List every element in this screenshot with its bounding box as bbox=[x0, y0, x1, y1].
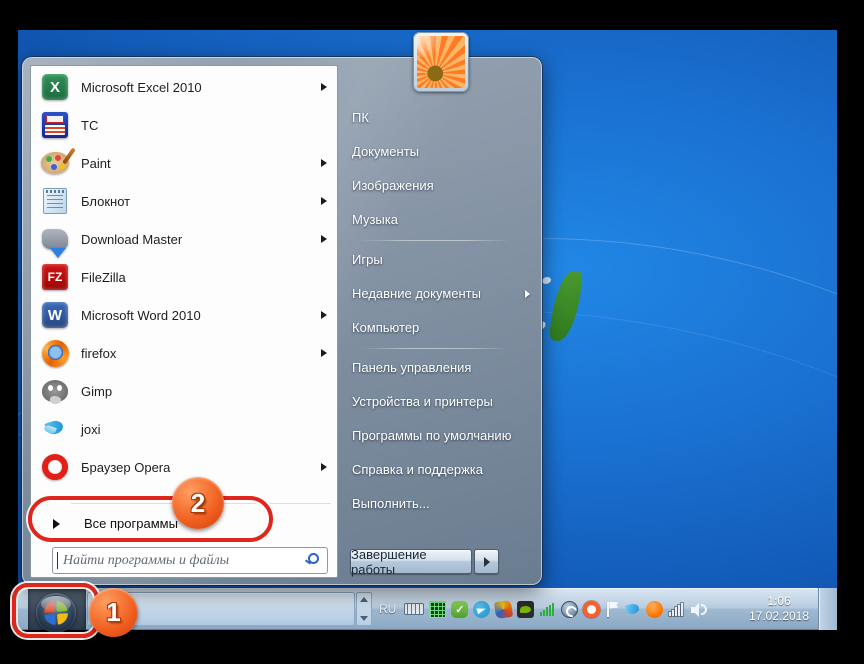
menu-item-games[interactable]: Игры bbox=[352, 243, 530, 277]
show-desktop-button[interactable] bbox=[818, 588, 837, 630]
nvidia-tray-icon[interactable] bbox=[517, 600, 535, 618]
menu-item-run[interactable]: Выполнить... bbox=[352, 487, 530, 521]
start-menu-right-column: ПК Документы Изображения Музыка Игры Нед… bbox=[352, 101, 530, 521]
program-item-gimp[interactable]: Gimp bbox=[31, 372, 337, 410]
submenu-arrow-icon bbox=[321, 311, 327, 319]
menu-item-user[interactable]: ПК bbox=[352, 101, 530, 135]
program-item-notepad[interactable]: Блокнот bbox=[31, 182, 337, 220]
green-grid-tray-icon[interactable] bbox=[429, 600, 447, 618]
total-commander-icon bbox=[40, 110, 70, 140]
program-item-filezilla[interactable]: FZ FileZilla bbox=[31, 258, 337, 296]
user-picture-frame[interactable] bbox=[413, 32, 469, 92]
menu-item-computer[interactable]: Компьютер bbox=[352, 311, 530, 345]
telegram-tray-icon[interactable] bbox=[473, 600, 491, 618]
menu-item-documents[interactable]: Документы bbox=[352, 135, 530, 169]
action-center-flag-icon[interactable] bbox=[605, 601, 619, 618]
right-column-separator bbox=[352, 345, 530, 351]
program-item-tc[interactable]: TC bbox=[31, 106, 337, 144]
submenu-arrow-icon bbox=[321, 83, 327, 91]
avast-tray-icon[interactable] bbox=[646, 600, 664, 618]
start-button[interactable] bbox=[36, 593, 76, 633]
quick-launch-toolbar[interactable] bbox=[87, 592, 355, 626]
menu-item-devices-printers[interactable]: Устройства и принтеры bbox=[352, 385, 530, 419]
program-item-opera[interactable]: Браузер Opera bbox=[31, 448, 337, 486]
submenu-arrow-icon bbox=[321, 159, 327, 167]
gimp-icon bbox=[40, 376, 70, 406]
opera-icon bbox=[40, 452, 70, 482]
program-item-download-master[interactable]: Download Master bbox=[31, 220, 337, 258]
excel-icon: X bbox=[40, 72, 70, 102]
submenu-arrow-icon bbox=[321, 463, 327, 471]
download-master-icon bbox=[40, 224, 70, 254]
keyboard-icon[interactable] bbox=[404, 603, 425, 615]
menu-item-recent-documents[interactable]: Недавние документы bbox=[352, 277, 530, 311]
joxi-icon bbox=[40, 414, 70, 444]
shutdown-button[interactable]: Завершение работы bbox=[350, 547, 472, 577]
menu-item-music[interactable]: Музыка bbox=[352, 203, 530, 237]
menu-item-help-support[interactable]: Справка и поддержка bbox=[352, 453, 530, 487]
language-indicator[interactable]: RU bbox=[376, 602, 399, 616]
toolbar-scroll-control[interactable] bbox=[356, 592, 372, 626]
program-list-separator bbox=[71, 503, 331, 504]
filezilla-icon: FZ bbox=[40, 262, 70, 292]
shutdown-arrow-icon bbox=[483, 556, 490, 567]
notepad-icon bbox=[40, 186, 70, 216]
clock-time: 1:06 bbox=[767, 594, 791, 608]
joxi-tray-icon[interactable] bbox=[624, 601, 641, 618]
submenu-arrow-icon bbox=[321, 235, 327, 243]
orange-ring-tray-icon[interactable] bbox=[583, 600, 601, 618]
program-item-paint[interactable]: Paint bbox=[31, 144, 337, 182]
submenu-arrow-icon bbox=[525, 290, 530, 298]
word-icon: W bbox=[40, 300, 70, 330]
right-column-separator bbox=[352, 237, 530, 243]
shutdown-options-button[interactable] bbox=[474, 549, 499, 574]
clock-date: 17.02.2018 bbox=[748, 609, 810, 623]
scroll-up-icon bbox=[360, 597, 368, 602]
submenu-arrow-icon bbox=[321, 197, 327, 205]
taskbar-clock[interactable]: 1:06 17.02.2018 bbox=[740, 589, 818, 629]
menu-item-control-panel[interactable]: Панель управления bbox=[352, 351, 530, 385]
user-picture-flower bbox=[417, 36, 465, 88]
volume-icon[interactable] bbox=[690, 601, 708, 618]
search-icon bbox=[308, 553, 319, 564]
expand-arrow-icon bbox=[53, 518, 60, 529]
program-item-word[interactable]: W Microsoft Word 2010 bbox=[31, 296, 337, 334]
program-item-excel[interactable]: X Microsoft Excel 2010 bbox=[31, 68, 337, 106]
program-item-joxi[interactable]: joxi bbox=[31, 410, 337, 448]
signal-green-tray-icon[interactable] bbox=[539, 601, 556, 618]
text-caret bbox=[57, 552, 58, 569]
start-menu-program-list: X Microsoft Excel 2010 TC Paint Блокнот … bbox=[30, 65, 338, 578]
green-check-tray-icon[interactable]: ✓ bbox=[451, 600, 469, 618]
submenu-arrow-icon bbox=[321, 349, 327, 357]
shutter-tray-icon[interactable] bbox=[561, 600, 579, 618]
orb-glare bbox=[41, 596, 71, 612]
menu-item-default-programs[interactable]: Программы по умолчанию bbox=[352, 419, 530, 453]
menu-item-pictures[interactable]: Изображения bbox=[352, 169, 530, 203]
firefox-icon bbox=[40, 338, 70, 368]
search-input[interactable] bbox=[52, 547, 328, 574]
all-programs-button[interactable]: Все программы bbox=[31, 507, 337, 540]
program-item-firefox[interactable]: firefox bbox=[31, 334, 337, 372]
scroll-down-icon bbox=[360, 616, 368, 621]
paint-icon bbox=[40, 148, 70, 178]
download-master-tray-icon[interactable] bbox=[494, 599, 514, 619]
signal-gray-tray-icon[interactable] bbox=[668, 601, 685, 618]
system-tray: RU ✓ bbox=[376, 588, 708, 630]
